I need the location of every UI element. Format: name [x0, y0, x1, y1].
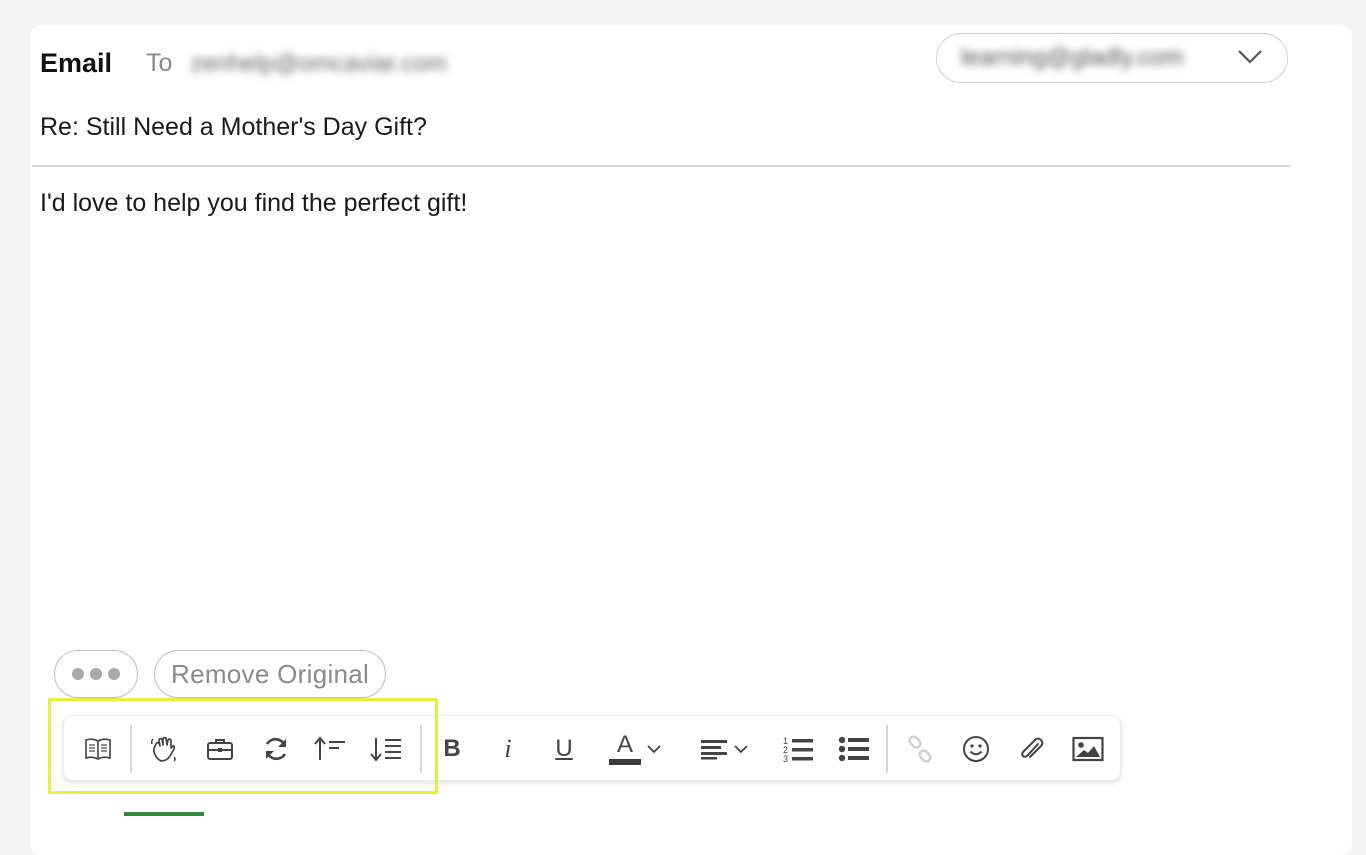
underline-icon: U	[555, 735, 573, 762]
chevron-down-icon	[1237, 48, 1263, 71]
more-dot-icon	[108, 668, 120, 680]
chevron-down-icon	[734, 745, 748, 754]
chevron-down-icon	[647, 745, 661, 754]
emoji-icon[interactable]	[956, 716, 996, 782]
attachment-icon[interactable]	[1012, 716, 1052, 782]
text-color-swatch	[609, 759, 641, 765]
subject-field[interactable]: Re: Still Need a Mother's Day Gift?	[40, 113, 427, 142]
composer-header: Email To zenhelp@omcaviar.com	[40, 48, 447, 79]
remove-original-button[interactable]: Remove Original	[154, 650, 387, 698]
text-color-button[interactable]: A	[604, 716, 666, 782]
sort-descending-icon[interactable]	[366, 716, 406, 782]
from-address-select[interactable]: learning@gladly.com	[936, 33, 1288, 83]
to-address-field[interactable]: zenhelp@omcaviar.com	[190, 50, 446, 78]
toolbar-separator	[886, 725, 888, 773]
image-icon[interactable]	[1068, 716, 1108, 782]
svg-text:3: 3	[783, 754, 788, 763]
italic-button[interactable]: i	[490, 716, 526, 782]
active-tab-indicator	[124, 812, 204, 816]
align-button[interactable]	[696, 716, 752, 782]
formatting-toolbar: B i U A 1 2 3	[63, 715, 1121, 781]
answers-book-icon[interactable]	[78, 716, 118, 782]
more-options-button[interactable]	[54, 650, 138, 698]
briefcase-icon[interactable]	[200, 716, 240, 782]
underline-button[interactable]: U	[546, 716, 582, 782]
subject-divider	[32, 165, 1290, 167]
message-body-editor[interactable]: I'd love to help you find the perfect gi…	[40, 189, 467, 218]
toolbar-separator	[130, 725, 132, 773]
toolbar-separator	[420, 725, 422, 773]
bold-icon: B	[443, 735, 461, 762]
sort-ascending-icon[interactable]	[310, 716, 350, 782]
text-color-icon: A	[616, 731, 633, 758]
more-dot-icon	[90, 668, 102, 680]
refresh-icon[interactable]	[256, 716, 296, 782]
bullet-list-icon[interactable]	[834, 716, 874, 782]
to-label: To	[146, 49, 173, 77]
more-dot-icon	[72, 668, 84, 680]
channel-label: Email	[40, 48, 113, 78]
waving-hand-icon[interactable]	[144, 716, 184, 782]
align-icon	[701, 740, 727, 760]
italic-icon: i	[504, 734, 512, 763]
bold-button[interactable]: B	[434, 716, 470, 782]
numbered-list-icon[interactable]: 1 2 3	[778, 716, 818, 782]
from-address-value: learning@gladly.com	[961, 44, 1184, 71]
link-icon[interactable]	[900, 716, 940, 782]
